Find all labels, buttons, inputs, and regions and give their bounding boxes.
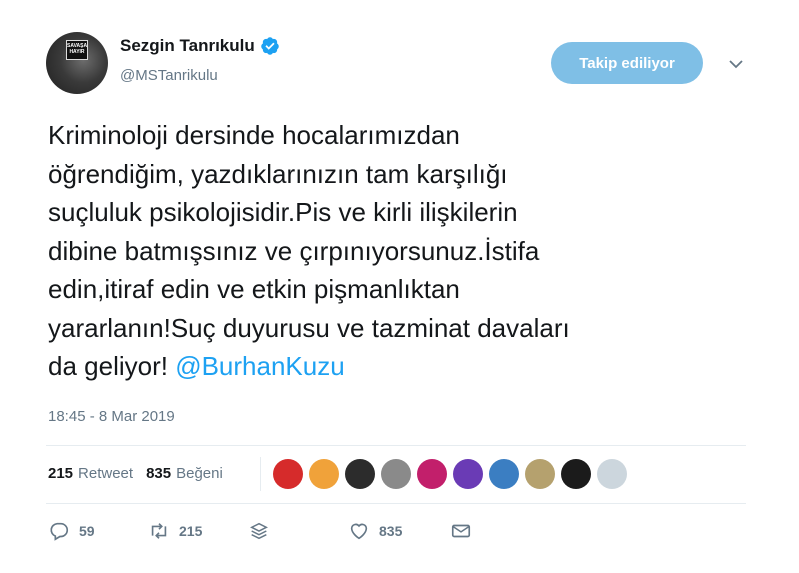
following-button[interactable]: Takip ediliyor [551,42,703,84]
tweet-actions: 59 215 835 [48,520,748,546]
retweet-icon [151,523,167,539]
like-stat[interactable]: 835 Beğeni [146,465,223,482]
liker-avatar[interactable] [417,459,447,489]
liker-avatar[interactable] [273,459,303,489]
retweet-stat-count: 215 [48,465,74,482]
chevron-down-icon[interactable] [728,58,744,70]
verified-badge-icon [261,37,279,55]
mail-icon [451,524,471,538]
likers-avatar-list [260,457,633,491]
reply-icon [50,522,69,541]
reply-button[interactable]: 59 [48,520,95,542]
retweet-count: 215 [179,523,203,539]
tweet-timestamp[interactable]: 18:45 - 8 Mar 2019 [48,408,175,425]
tweet-text: Kriminoloji dersinde hocalarımızdan öğre… [48,116,748,386]
retweet-stat-label: Retweet [78,465,134,482]
like-stat-label: Beğeni [176,465,223,482]
like-button[interactable]: 835 [348,520,402,542]
like-count: 835 [379,523,403,539]
avatar-protest-sign: SAVAŞA HAYIR [66,40,88,60]
direct-message-button[interactable] [248,520,279,542]
retweet-button[interactable]: 215 [148,520,202,542]
divider [46,503,746,504]
author-name-row: Sezgin Tanrıkulu [120,36,280,56]
liker-avatar[interactable] [561,459,591,489]
liker-avatar[interactable] [597,459,627,489]
liker-avatar[interactable] [525,459,555,489]
avatar[interactable]: SAVAŞA HAYIR [46,32,108,94]
author-name[interactable]: Sezgin Tanrıkulu [120,36,255,56]
reply-count: 59 [79,523,95,539]
tweet-body: Kriminoloji dersinde hocalarımızdan öğre… [48,120,570,381]
retweet-stat[interactable]: 215 Retweet [48,465,133,482]
heart-icon [350,523,368,540]
liker-avatar[interactable] [381,459,411,489]
liker-avatar[interactable] [309,459,339,489]
layers-icon [250,522,268,540]
divider [46,445,746,446]
liker-avatar[interactable] [345,459,375,489]
mention-link[interactable]: @BurhanKuzu [175,351,345,381]
engagement-stats: 215 Retweet 835 Beğeni [48,465,236,482]
mail-button[interactable] [450,520,481,542]
liker-avatar[interactable] [453,459,483,489]
author-handle[interactable]: @MSTanrikulu [120,67,218,84]
liker-avatar[interactable] [489,459,519,489]
like-stat-count: 835 [146,465,172,482]
